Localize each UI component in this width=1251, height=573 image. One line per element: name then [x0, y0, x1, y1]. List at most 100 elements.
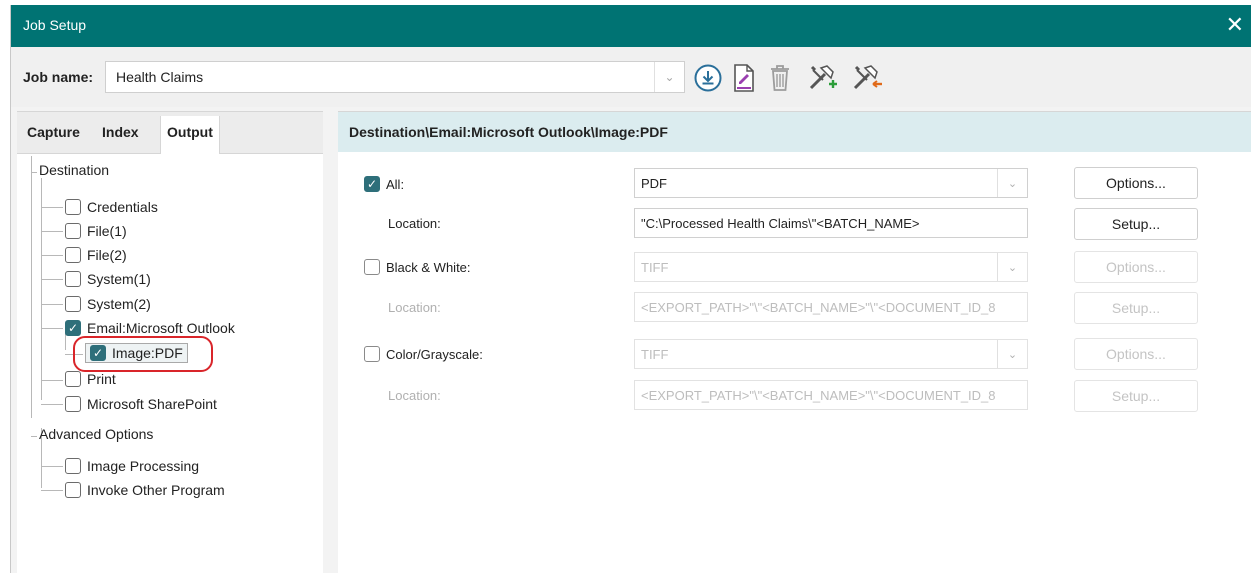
tree-item-label: File(2)	[87, 247, 127, 263]
tab-output[interactable]: Output	[160, 116, 220, 154]
path-header: Destination\Email:Microsoft Outlook\Imag…	[338, 112, 1251, 152]
tree-item-sharepoint[interactable]: Microsoft SharePoint	[65, 396, 217, 412]
bw-location-label: Location:	[388, 300, 441, 315]
bw-row-label[interactable]: Black & White:	[364, 259, 471, 275]
color-row-label[interactable]: Color/Grayscale:	[364, 346, 483, 362]
red-highlight-annotation	[73, 336, 213, 372]
path-header-text: Destination\Email:Microsoft Outlook\Imag…	[349, 124, 668, 140]
tree-connector	[31, 172, 37, 173]
color-label: Color/Grayscale:	[386, 346, 483, 362]
tools-remove-icon[interactable]	[851, 61, 885, 95]
tree-item-system2[interactable]: System(2)	[65, 296, 151, 312]
checkbox[interactable]	[65, 247, 81, 263]
all-format-value: PDF	[641, 176, 667, 191]
tree-connector	[41, 380, 63, 381]
tree-item-file2[interactable]: File(2)	[65, 247, 127, 263]
tree-item-label: System(1)	[87, 271, 151, 287]
tree-item-print[interactable]: Print	[65, 371, 116, 387]
tree-connector	[41, 207, 63, 208]
chevron-down-icon[interactable]: ⌄	[654, 62, 684, 92]
tree-connector	[31, 156, 32, 418]
tree-connector	[41, 231, 63, 232]
tree-item-label: Advanced Options	[39, 426, 154, 442]
checkbox[interactable]	[65, 199, 81, 215]
job-name-combobox[interactable]: Health Claims ⌄	[105, 61, 685, 93]
tree-item-advanced-options[interactable]: Advanced Options	[39, 426, 153, 442]
all-row-label[interactable]: ✓ All:	[364, 176, 404, 192]
tree-item-label: File(1)	[87, 223, 127, 239]
all-label: All:	[386, 176, 405, 192]
tree-item-image-processing[interactable]: Image Processing	[65, 458, 199, 474]
checkbox[interactable]	[65, 371, 81, 387]
checkbox[interactable]	[65, 482, 81, 498]
tree-item-label: System(2)	[87, 296, 151, 312]
tab-index[interactable]: Index	[102, 124, 139, 140]
tree-item-email-outlook[interactable]: ✓ Email:Microsoft Outlook	[65, 320, 235, 336]
tree-item-label: Invoke Other Program	[87, 482, 225, 498]
tab-capture[interactable]: Capture	[27, 124, 80, 140]
tree-connector	[41, 404, 63, 405]
tree-connector	[41, 178, 42, 400]
title-bar: Job Setup ✕	[11, 5, 1251, 47]
tree-item-label: Email:Microsoft Outlook	[87, 320, 235, 336]
all-options-button[interactable]: Options...	[1074, 167, 1198, 199]
tree-connector	[41, 255, 63, 256]
color-options-button: Options...	[1074, 338, 1198, 370]
tree-item-file1[interactable]: File(1)	[65, 223, 127, 239]
job-setup-window: Job Setup ✕ Job name: Health Claims ⌄ Ca…	[10, 5, 1251, 573]
job-name-label: Job name:	[23, 69, 94, 85]
all-setup-button[interactable]: Setup...	[1074, 208, 1198, 240]
checkbox[interactable]	[65, 396, 81, 412]
checkbox[interactable]	[65, 223, 81, 239]
checkbox-checked[interactable]: ✓	[65, 320, 81, 336]
all-checkbox[interactable]: ✓	[364, 176, 380, 192]
left-panel: Capture Index Output Destination Credent…	[17, 111, 323, 573]
color-location-field: <EXPORT_PATH>"\"<BATCH_NAME>"\"<DOCUMENT…	[634, 380, 1028, 410]
delete-icon[interactable]	[763, 61, 797, 95]
color-format-value: TIFF	[641, 347, 669, 362]
color-location-label: Location:	[388, 388, 441, 403]
tools-add-icon[interactable]	[807, 61, 841, 95]
tree-connector	[41, 279, 63, 280]
bw-location-field: <EXPORT_PATH>"\"<BATCH_NAME>"\"<DOCUMENT…	[634, 292, 1028, 322]
bw-checkbox[interactable]	[364, 259, 380, 275]
checkbox[interactable]	[65, 458, 81, 474]
tree-item-label: Destination	[39, 162, 110, 178]
tree-connector	[41, 328, 63, 329]
all-format-select[interactable]: PDF ⌄	[634, 168, 1028, 198]
bw-label: Black & White:	[386, 259, 471, 275]
tree-connector	[41, 304, 63, 305]
color-format-select: TIFF ⌄	[634, 339, 1028, 369]
all-location-field[interactable]: "C:\Processed Health Claims\"<BATCH_NAME…	[634, 208, 1028, 238]
tree-item-label: Image Processing	[87, 458, 200, 474]
tab-strip: Capture Index Output	[17, 112, 323, 154]
all-location-label: Location:	[388, 216, 441, 231]
checkbox[interactable]	[65, 296, 81, 312]
tree-item-system1[interactable]: System(1)	[65, 271, 151, 287]
tree-item-destination[interactable]: Destination	[39, 162, 109, 178]
tree-connector	[31, 436, 37, 437]
chevron-down-icon: ⌄	[997, 253, 1027, 281]
chevron-down-icon[interactable]: ⌄	[997, 169, 1027, 197]
bw-setup-button: Setup...	[1074, 292, 1198, 324]
tree-item-label: Credentials	[87, 199, 158, 215]
download-icon[interactable]	[691, 61, 725, 95]
tree-item-invoke-other-program[interactable]: Invoke Other Program	[65, 482, 225, 498]
color-setup-button: Setup...	[1074, 380, 1198, 412]
tree-connector	[41, 466, 63, 467]
tree-item-label: Print	[87, 371, 116, 387]
color-checkbox[interactable]	[364, 346, 380, 362]
bw-format-select: TIFF ⌄	[634, 252, 1028, 282]
tree-item-label: Microsoft SharePoint	[87, 396, 217, 412]
tree-item-credentials[interactable]: Credentials	[65, 199, 158, 215]
right-panel: Destination\Email:Microsoft Outlook\Imag…	[338, 111, 1251, 573]
tree-connector	[41, 490, 63, 491]
chevron-down-icon: ⌄	[997, 340, 1027, 368]
close-icon[interactable]: ✕	[1226, 11, 1244, 39]
job-name-value: Health Claims	[116, 69, 204, 85]
bw-format-value: TIFF	[641, 260, 669, 275]
window-title: Job Setup	[23, 17, 87, 33]
job-bar: Job name: Health Claims ⌄	[11, 47, 1251, 107]
checkbox[interactable]	[65, 271, 81, 287]
edit-document-icon[interactable]	[727, 61, 761, 95]
